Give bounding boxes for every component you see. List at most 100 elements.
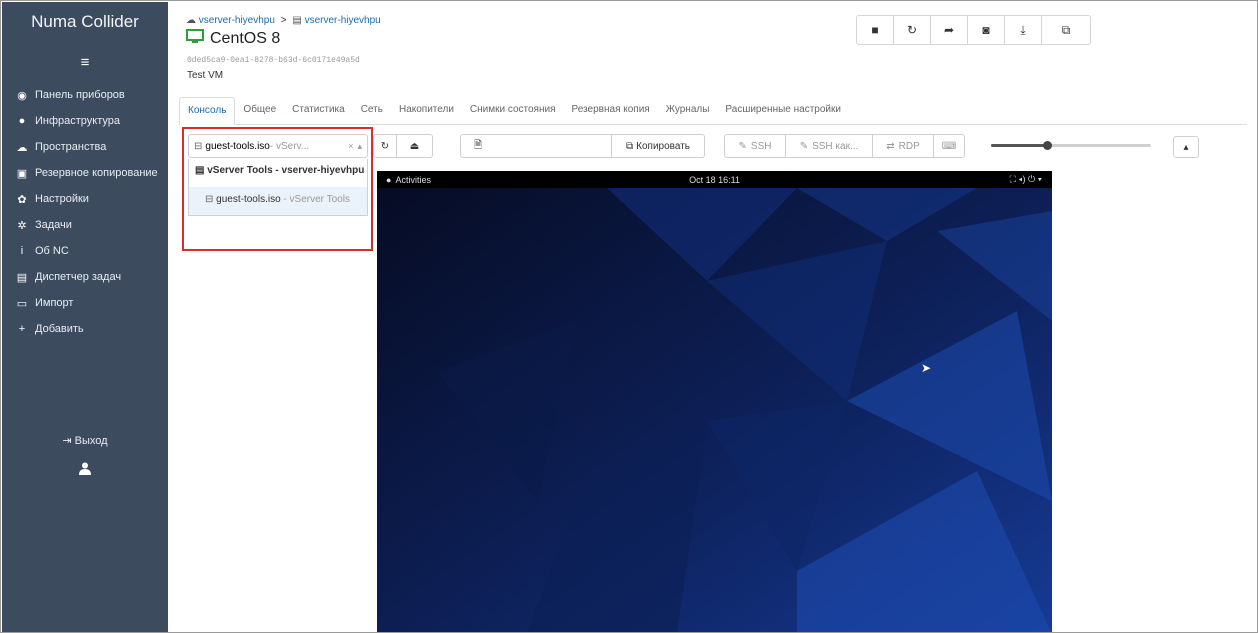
ssh-button[interactable]: ✎ SSH	[724, 134, 786, 158]
export-icon: ⤓	[1020, 22, 1026, 37]
tab-4[interactable]: Накопители	[391, 97, 462, 125]
backup-icon: ▣	[16, 167, 28, 180]
rdp-icon: ⇄	[886, 140, 895, 152]
ssh-as-label: SSH как...	[812, 140, 859, 152]
sidebar-item-4[interactable]: ✿ Настройки	[2, 186, 168, 212]
vm-actions: ■ ↻ ➦ ◙ ⤓ ⧉	[856, 15, 1091, 45]
copy-icon: ⧉	[1061, 22, 1071, 37]
user-icon[interactable]	[2, 462, 168, 480]
stop-button[interactable]: ■	[857, 16, 894, 44]
sidebar-item-label: Добавить	[35, 323, 84, 335]
export-button[interactable]: ⤓	[1005, 16, 1042, 44]
sidebar-item-8[interactable]: ▭ Импорт	[2, 290, 168, 316]
copy-button[interactable]: ⧉	[1042, 16, 1090, 44]
migrate-button[interactable]: ➦	[931, 16, 968, 44]
mouse-cursor-icon: ➤	[921, 361, 932, 375]
vm-uuid: 0ded5ca9-0ea1-8278-b63d-6c0171e49a5d	[187, 56, 360, 65]
breadcrumb-host[interactable]: vserver-hiyevhpu	[305, 15, 381, 26]
sidebar-item-label: Задачи	[35, 219, 72, 231]
pool-icon: ☁	[186, 15, 196, 26]
sidebar-item-6[interactable]: i Об NC	[2, 238, 168, 264]
import-icon: ▭	[16, 297, 28, 310]
eject-button[interactable]: ⏏	[396, 134, 433, 158]
ssh-as-icon: ✎	[799, 140, 809, 152]
restart-icon: ↻	[906, 23, 918, 37]
sidebar-item-label: Импорт	[35, 297, 74, 309]
sidebar-item-label: Диспетчер задач	[35, 271, 122, 283]
logout-icon: ⇥	[62, 435, 72, 447]
rdp-label: RDP	[898, 140, 920, 152]
cloud-icon: ☁	[16, 141, 28, 154]
brand-title[interactable]: Numa Collider	[2, 12, 168, 32]
tab-bar: Консоль Общее Статистика Сеть Накопители Сним…	[179, 97, 1247, 125]
keyboard-icon: ⌨	[941, 140, 957, 152]
snapshot-button[interactable]: ◙	[968, 16, 1005, 44]
sidebar-item-0[interactable]: ◉ Панель приборов	[2, 82, 168, 108]
desktop-wallpaper	[377, 171, 1052, 632]
vm-running-icon	[186, 29, 204, 49]
sidebar-item-label: Инфраструктура	[35, 115, 121, 127]
restart-button[interactable]: ↻	[894, 16, 931, 44]
ssh-icon: ✎	[738, 140, 747, 152]
logout-label: Выход	[74, 435, 108, 447]
logout-button[interactable]: ⇥ Выход	[2, 434, 168, 447]
vm-clock[interactable]: Oct 18 16:11	[377, 175, 1052, 185]
sidebar-item-1[interactable]: ● Инфраструктура	[2, 108, 168, 134]
sidebar-item-label: Резервное копирование	[35, 167, 158, 179]
vm-console[interactable]: ● Activities Oct 18 16:11 ⛶ ◂) ⏻ ▾ ➤	[377, 171, 1052, 632]
sidebar-item-7[interactable]: ▤ Диспетчер задач	[2, 264, 168, 290]
tab-5[interactable]: Снимки состояния	[462, 97, 564, 125]
tab-6[interactable]: Резервная копия	[564, 97, 658, 125]
tab-0[interactable]: Консоль	[179, 97, 236, 125]
clipboard-icon: 🗎	[473, 139, 483, 151]
eject-icon: ⏏	[409, 140, 420, 152]
breadcrumb-pool[interactable]: vserver-hiyevhpu	[199, 15, 275, 26]
page-title: CentOS 8	[186, 29, 280, 49]
sidebar-item-label: Об NC	[35, 245, 69, 257]
clipboard-input[interactable]	[495, 134, 611, 158]
gear-icon: ✿	[17, 193, 27, 206]
slider-knob[interactable]	[1043, 141, 1052, 150]
plus-icon: +	[18, 323, 26, 335]
sidebar-item-3[interactable]: ▣ Резервное копирование	[2, 160, 168, 186]
sidebar-item-9[interactable]: + Добавить	[2, 316, 168, 342]
sidebar-item-5[interactable]: ✲ Задачи	[2, 212, 168, 238]
tab-2[interactable]: Статистика	[284, 97, 353, 125]
stop-icon: ■	[871, 23, 879, 37]
task-manager-icon: ▤	[16, 271, 28, 284]
dashboard-icon: ◉	[17, 89, 27, 102]
sidebar-item-label: Пространства	[35, 141, 107, 153]
refresh-icon: ↻	[380, 140, 390, 152]
app-window: Numa Collider ≡ ◉ Панель приборов ● Инфраст…	[0, 0, 1258, 633]
tab-3[interactable]: Сеть	[353, 97, 391, 125]
paste-button[interactable]: 🗎	[460, 134, 496, 158]
gnome-top-bar: ● Activities Oct 18 16:11 ⛶ ◂) ⏻ ▾	[377, 171, 1052, 188]
system-menu-icons[interactable]: ⛶ ◂) ⏻ ▾	[1010, 174, 1042, 185]
console-scale-slider[interactable]	[991, 141, 1151, 150]
sidebar-item-label: Панель приборов	[35, 89, 125, 101]
info-icon: i	[20, 245, 24, 257]
slider-fill	[991, 144, 1047, 147]
chevron-up-icon: ▴	[1183, 141, 1189, 153]
ssh-as-button[interactable]: ✎ SSH как...	[785, 134, 873, 158]
tab-7[interactable]: Журналы	[658, 97, 718, 125]
tab-1[interactable]: Общее	[235, 97, 284, 125]
tab-8[interactable]: Расширенные настройки	[717, 97, 849, 125]
vm-name[interactable]: CentOS 8	[210, 30, 280, 48]
copy-button[interactable]: ⧉ Копировать	[611, 134, 705, 158]
rdp-button[interactable]: ⇄ RDP	[872, 134, 934, 158]
sidebar-item-2[interactable]: ☁ Пространства	[2, 134, 168, 160]
collapse-button[interactable]: ▴	[1173, 136, 1199, 158]
snapshot-icon: ◙	[982, 23, 990, 37]
copy-icon: ⧉	[626, 140, 634, 152]
refresh-iso-button[interactable]: ↻	[373, 134, 397, 158]
sidebar-item-label: Настройки	[35, 193, 89, 205]
sidebar-nav: ◉ Панель приборов ● Инфраструктура ☁ Простран…	[2, 82, 168, 342]
breadcrumb: ☁ vserver-hiyevhpu > ▤ vserver-hiyevhpu	[186, 15, 381, 26]
vm-description[interactable]: Test VM	[187, 70, 223, 81]
ssh-label: SSH	[750, 140, 772, 152]
keyboard-button[interactable]: ⌨	[933, 134, 965, 158]
highlight-annotation	[182, 127, 373, 251]
menu-toggle-icon[interactable]: ≡	[2, 54, 168, 71]
tasks-icon: ✲	[17, 219, 27, 232]
